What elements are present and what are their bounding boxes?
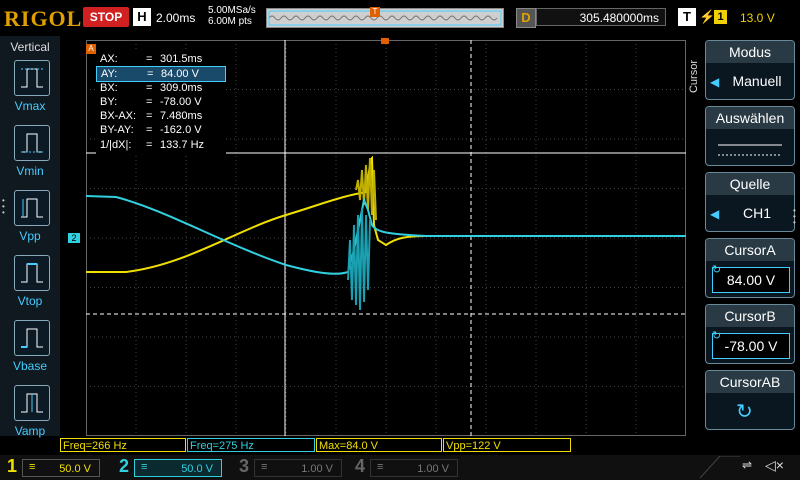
vmax-icon [21, 68, 43, 88]
readout-row: BX: = 309.0ms [100, 82, 203, 94]
speaker-muted-icon[interactable]: ◁× [765, 457, 784, 474]
vtop-icon [21, 263, 43, 283]
ch1-scale: 50.0 V [59, 463, 91, 475]
cursor-b-softkey[interactable]: CursorB -78.00 V ↻ [705, 304, 795, 364]
ch3-number[interactable]: 3 [236, 456, 252, 477]
cursor-ab-title: CursorAB [706, 371, 794, 393]
cursor-a-title: CursorA [706, 239, 794, 261]
cursor-b-value[interactable]: -78.00 V [712, 333, 790, 359]
rotary-knob-icon: ↻ [712, 330, 722, 342]
cursor-a-value[interactable]: 84.00 V [712, 267, 790, 293]
readout-row: BX-AX: = 7.480ms [100, 110, 203, 122]
trigger-position-marker: T [370, 7, 380, 17]
ch3-scale: 1.00 V [301, 463, 333, 475]
rotary-knob-icon: ↻ [712, 264, 722, 276]
ch4-scale-box[interactable]: ≡ 1.00 V [370, 459, 458, 477]
measurement-freq-ch2[interactable]: Freq=275 Hz [187, 438, 315, 452]
memory-waveform-overview [266, 8, 504, 28]
vtop-label: Vtop [17, 294, 43, 308]
vamp-icon [21, 393, 43, 413]
vbase-button[interactable] [14, 320, 50, 356]
page-dots-icon: • • • [2, 196, 5, 217]
quelle-softkey[interactable]: Quelle ◀ CH1 [705, 172, 795, 232]
readout-row: BY-AY: = -162.0 V [100, 124, 202, 136]
sample-rate-info: 5.00MSa/s 6.00M pts [208, 5, 256, 27]
vmin-icon [21, 133, 43, 153]
measurement-vpp[interactable]: Vpp=122 V [443, 438, 571, 452]
timebase-value[interactable]: 2.00ms [156, 11, 195, 25]
ch1-number[interactable]: 1 [4, 456, 20, 477]
readout-row: BY: = -78.00 V [100, 96, 202, 108]
readout-row-selected: AY: = 84.00 V [96, 66, 226, 82]
bar-separator [700, 456, 740, 478]
vmin-button[interactable] [14, 125, 50, 161]
ch4-scale: 1.00 V [417, 463, 449, 475]
dc-coupling-icon: ≡ [377, 461, 384, 473]
modus-softkey[interactable]: Modus ◀ Manuell [705, 40, 795, 100]
dc-coupling-icon: ≡ [141, 461, 148, 473]
ch1-scale-box[interactable]: ≡ 50.0 V [22, 459, 100, 477]
measurement-max[interactable]: Max=84.0 V [316, 438, 442, 452]
trigger-level[interactable]: 13.0 V [740, 11, 775, 25]
sample-rate: 5.00MSa/s [208, 5, 256, 16]
vpp-button[interactable] [14, 190, 50, 226]
chevron-left-icon: ◀ [710, 75, 720, 89]
vmax-button[interactable] [14, 60, 50, 96]
vamp-button[interactable] [14, 385, 50, 421]
memory-overview-trace [268, 10, 502, 26]
auswaehlen-softkey[interactable]: Auswählen [705, 106, 795, 166]
trigger-time-marker [381, 38, 389, 44]
brand-logo: RIGOL [4, 6, 83, 31]
cursor-a-softkey[interactable]: CursorA 84.00 V ↻ [705, 238, 795, 298]
readout-row: AX: = 301.5ms [100, 53, 203, 65]
delay-value[interactable]: 305.480000ms [536, 8, 666, 26]
menu-tab-cursor: Cursor [688, 60, 700, 94]
run-stop-indicator[interactable]: STOP [83, 7, 129, 27]
vbase-icon [21, 328, 43, 348]
auswaehlen-title: Auswählen [706, 107, 794, 129]
ch2-scale: 50.0 V [181, 463, 213, 475]
modus-title: Modus [706, 41, 794, 63]
usb-icon: ⇌ [742, 458, 753, 472]
ch2-scale-box[interactable]: ≡ 50.0 V [134, 459, 222, 477]
dc-coupling-icon: ≡ [29, 461, 36, 473]
memory-depth: 6.00M pts [208, 16, 252, 27]
trigger-label: T [678, 8, 696, 26]
readout-row: 1/|dX|: = 133.7 Hz [100, 139, 205, 151]
trigger-source[interactable]: 1 [714, 10, 727, 24]
cursor-readout: AX: = 301.5ms AY: = 84.00 V BX: = 309.0ms BY: =… [96, 50, 226, 154]
measurement-freq-ch1[interactable]: Freq=266 Hz [60, 438, 186, 452]
vpp-label: Vpp [19, 229, 41, 243]
cursor-ab-softkey[interactable]: CursorAB ↻ [705, 370, 795, 430]
chevron-left-icon: ◀ [710, 207, 720, 221]
vmin-label: Vmin [16, 164, 44, 178]
modus-value: Manuell [732, 73, 782, 89]
rising-edge-icon: ⚡ [699, 9, 716, 24]
delay-label: D [516, 8, 536, 28]
cursor-b-title: CursorB [706, 305, 794, 327]
cursor-lines-icon [718, 144, 782, 156]
horizontal-label: H [133, 8, 151, 26]
vpp-icon [21, 198, 43, 218]
quelle-title: Quelle [706, 173, 794, 195]
ch2-ground-marker[interactable]: 2 [68, 233, 80, 243]
ch2-number[interactable]: 2 [116, 456, 132, 477]
dc-coupling-icon: ≡ [261, 461, 268, 473]
page-dots-icon: • • • [793, 206, 796, 227]
quelle-value: CH1 [742, 205, 771, 221]
cursor-a-flag: A [86, 44, 96, 54]
ch4-number[interactable]: 4 [352, 456, 368, 477]
panel-title: Vertical [10, 40, 50, 54]
vamp-label: Vamp [14, 424, 46, 438]
vtop-button[interactable] [14, 255, 50, 291]
rotary-knob-icon: ↻ [736, 401, 753, 423]
vmax-label: Vmax [14, 99, 46, 113]
vbase-label: Vbase [12, 359, 48, 373]
ch3-scale-box[interactable]: ≡ 1.00 V [254, 459, 342, 477]
